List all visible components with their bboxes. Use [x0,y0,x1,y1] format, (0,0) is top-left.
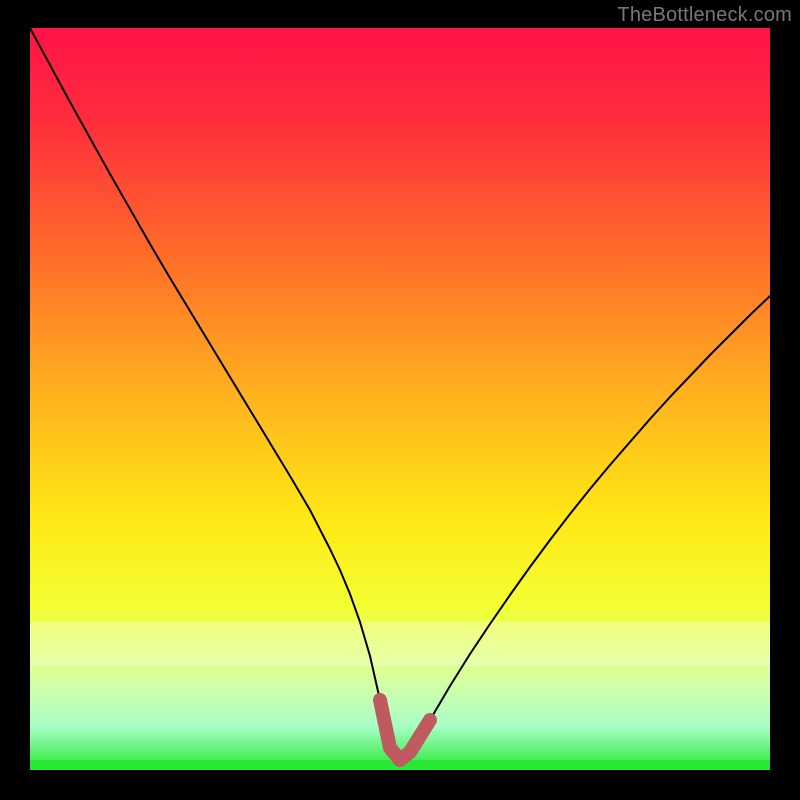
pale-band [30,622,770,667]
chart-frame: TheBottleneck.com [0,0,800,800]
chart-svg [30,28,770,770]
plot-area [30,28,770,770]
watermark-label: TheBottleneck.com [617,4,792,27]
